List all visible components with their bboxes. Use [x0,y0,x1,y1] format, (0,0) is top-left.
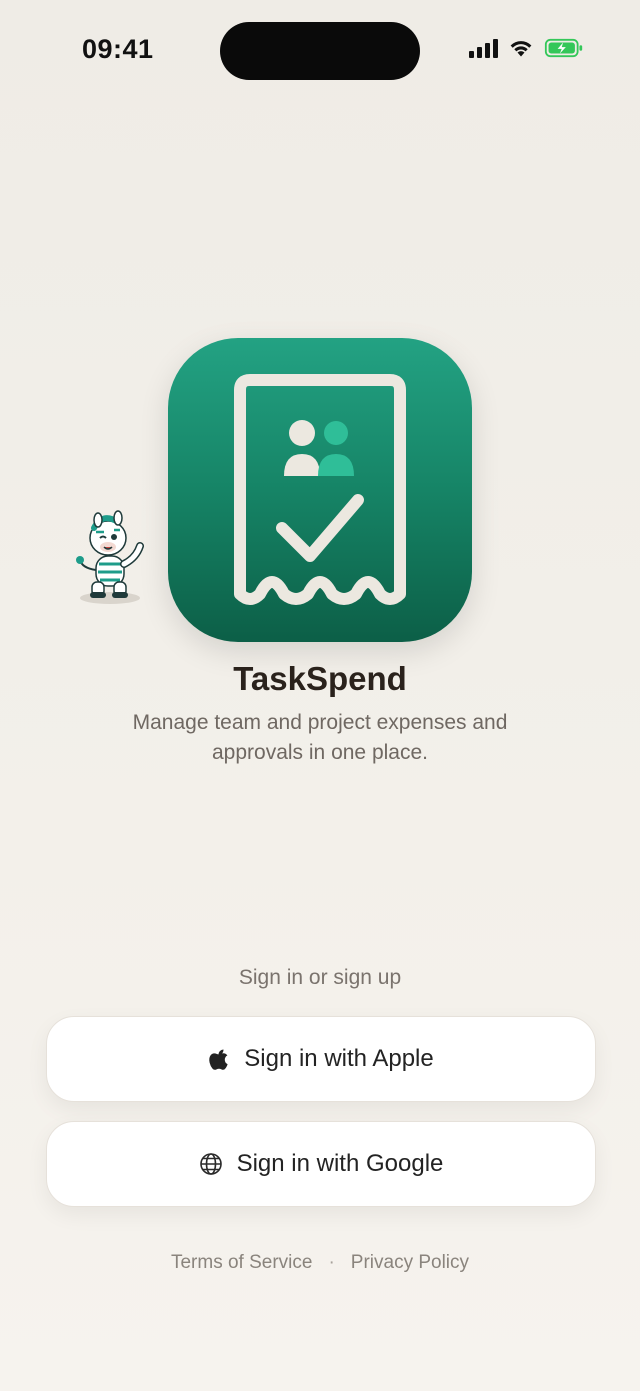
app-logo-icon [168,338,472,642]
legal-links: Terms of Service · Privacy Policy [0,1252,640,1274]
link-separator: · [328,1252,335,1273]
status-bar: 09:41 [0,0,640,100]
app-title: TaskSpend [233,660,407,697]
status-icons [469,38,584,58]
apple-logo-icon [208,1047,230,1071]
privacy-policy-link[interactable]: Privacy Policy [351,1252,469,1274]
zebra-mascot-icon [76,510,144,604]
auth-caption: Sign in or sign up [238,966,402,989]
sign-in-apple-label: Sign in with Apple [244,1045,434,1072]
terms-of-service-link[interactable]: Terms of Service [171,1252,312,1274]
globe-icon [199,1152,223,1176]
app-tagline: Manage team and project expenses and app… [132,711,508,764]
sign-in-google-label: Sign in with Google [236,1150,444,1177]
wifi-icon [510,41,532,57]
receipt-approval-icon [234,374,406,605]
sign-in-google-button[interactable]: Sign in with Google [46,1121,596,1207]
dynamic-island [220,22,420,80]
battery-charging-icon [544,38,583,58]
cellular-signal-icon [469,38,498,58]
status-time: 09:41 [82,34,154,64]
sign-in-apple-button[interactable]: Sign in with Apple [46,1016,596,1102]
